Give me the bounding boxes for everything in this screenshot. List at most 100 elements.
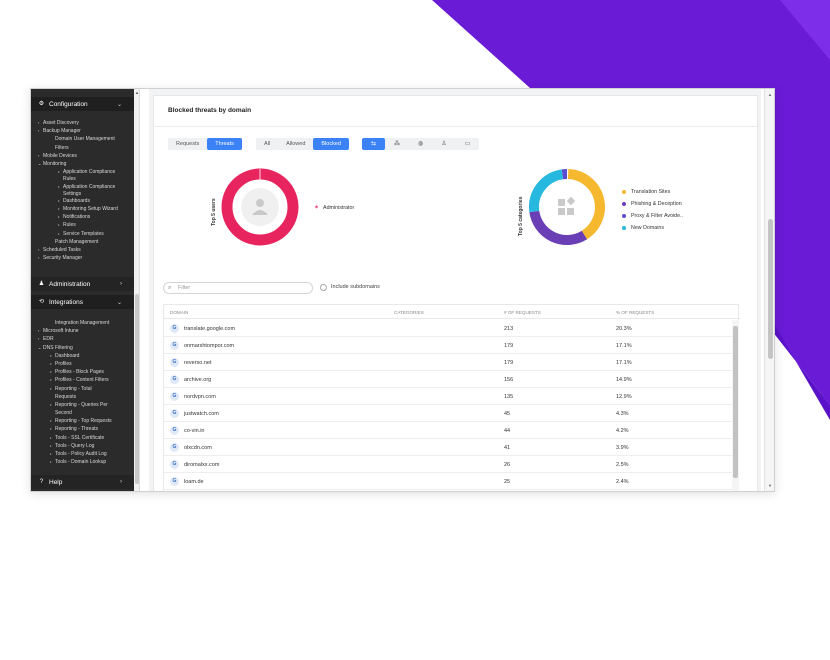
sidebar-menu-item[interactable]: • Profiles - Content Filters — [31, 376, 134, 384]
sidebar-menu-item[interactable]: • Application Compliance — [31, 168, 134, 176]
domain-cell: onmarshtompor.com — [184, 343, 235, 349]
sidebar-menu-item[interactable]: • Profiles - Block Pages — [31, 368, 134, 376]
sidebar-menu-item[interactable]: Domain User Management — [31, 135, 134, 143]
legend-item[interactable]: ✶ Administrator — [314, 202, 354, 214]
table-row[interactable]: Gloam.de 25 2.4% — [164, 473, 732, 490]
domain-icon[interactable]: ⇆ — [362, 138, 386, 150]
sidebar-scroll-thumb[interactable] — [135, 294, 139, 484]
categories-icon[interactable]: ⁂ — [385, 138, 409, 150]
percent-cell: 3.9% — [616, 445, 629, 451]
sidebar-menu-item-label: Security Manager — [43, 255, 83, 262]
sidebar-menu-item[interactable]: • Tools - SSL Certificate — [31, 434, 134, 442]
sidebar-menu-item[interactable]: Patch Management — [31, 238, 134, 246]
table-row[interactable]: Greverso.net 179 17.1% — [164, 354, 732, 371]
column-header-categories[interactable]: CATEGORIES — [394, 310, 424, 315]
sidebar-menu-item[interactable]: › Security Manager — [31, 254, 134, 262]
sidebar-menu-item[interactable]: • Application Compliance — [31, 183, 134, 191]
legend-item[interactable]: New Domains — [622, 222, 683, 234]
legend-item[interactable]: Proxy & Filter Avoide.. — [622, 210, 683, 222]
main-scroll-thumb[interactable] — [768, 219, 773, 359]
sidebar-menu-item[interactable]: • Reporting - Queries Per — [31, 401, 134, 409]
legend-item[interactable]: Phishing & Deception — [622, 198, 683, 210]
sidebar-menu-item[interactable]: ⌄ Monitoring — [31, 160, 134, 168]
sidebar-menu-item[interactable]: • Dashboards — [31, 197, 134, 205]
bullet-icon: • — [50, 434, 52, 440]
sidebar-menu-item[interactable]: › EDR — [31, 335, 134, 343]
sidebar-menu-item[interactable]: • Tools - Domain Lookup — [31, 458, 134, 466]
sidebar-menu-item[interactable]: Second — [31, 409, 134, 417]
column-header-percent[interactable]: % OF REQUESTS — [616, 310, 654, 315]
sidebar-menu-item[interactable]: • Reporting - Top Requests — [31, 417, 134, 425]
filter-input[interactable]: ⌕ Filter — [163, 282, 313, 294]
table-row[interactable]: Golxcdn.com 41 3.9% — [164, 439, 732, 456]
toggle-all[interactable]: All — [256, 138, 278, 150]
users-chart-label: Top 5 users — [211, 198, 217, 226]
sidebar-menu-item[interactable]: Requests — [31, 393, 134, 401]
sidebar-menu-item[interactable]: • Reporting - Threats — [31, 425, 134, 433]
toggle-allowed[interactable]: Allowed — [278, 138, 313, 150]
sidebar-menu-item-label: Reporting - Top Requests — [55, 418, 112, 425]
user-icon[interactable]: ♙ — [432, 138, 455, 150]
sidebar-menu-item[interactable]: Filters — [31, 144, 134, 152]
chevron-right-icon: › — [38, 247, 40, 252]
table-row[interactable]: Gtranslate.google.com 213 20.3% — [164, 320, 732, 337]
toggle-threats[interactable]: Threats — [207, 138, 242, 150]
table-row[interactable]: Gco-vin.in 44 4.2% — [164, 422, 732, 439]
card-title: Blocked threats by domain — [168, 107, 252, 114]
search-icon: ⌕ — [168, 285, 172, 291]
scroll-up-icon[interactable]: ▲ — [135, 90, 139, 95]
sidebar-section-configuration[interactable]: ⚙ Configuration ⌄ — [31, 97, 134, 111]
toggle-blocked[interactable]: Blocked — [313, 138, 349, 150]
legend-label: Phishing & Deception — [631, 201, 682, 207]
table-scrollbar[interactable] — [732, 320, 739, 491]
table-row[interactable]: Gjustwatch.com 45 4.3% — [164, 405, 732, 422]
toggle-requests[interactable]: Requests — [168, 138, 207, 150]
chevron-right-icon: › — [38, 152, 40, 158]
sidebar-section-administration[interactable]: ♟ Administration › — [31, 277, 134, 291]
table-row[interactable]: Garchive.org 156 14.9% — [164, 371, 732, 388]
main-scrollbar[interactable]: ▲ ▼ — [764, 89, 774, 491]
table-row[interactable]: Gonmarshtompor.com 179 17.1% — [164, 337, 732, 354]
sidebar-menu-item-label: Dashboards — [63, 197, 90, 204]
table-row[interactable]: Gdiromalxx.com 26 2.5% — [164, 456, 732, 473]
sidebar-menu-item[interactable]: • Tools - Policy Audit Log — [31, 450, 134, 458]
globe-icon[interactable]: ◍ — [409, 138, 432, 150]
sidebar-menu-item[interactable]: • Profiles — [31, 360, 134, 368]
sidebar-scrollbar[interactable]: ▲ — [134, 89, 140, 491]
sidebar-menu-item[interactable]: • Notifications — [31, 213, 134, 221]
scroll-up-icon[interactable]: ▲ — [768, 92, 772, 97]
sidebar-menu-item[interactable]: › Mobile Devices — [31, 152, 134, 160]
bullet-icon: • — [58, 214, 60, 220]
sidebar-menu-item[interactable]: › Scheduled Tasks — [31, 246, 134, 254]
categories-donut-chart — [527, 167, 607, 247]
sidebar-menu-item-label: Rules — [63, 222, 76, 229]
devices-icon[interactable]: ▭ — [456, 138, 480, 150]
requests-cell: 25 — [504, 479, 511, 485]
sidebar-menu-item[interactable]: › Microsoft Intune — [31, 327, 134, 335]
domain-cell: justwatch.com — [184, 411, 219, 417]
sidebar-menu-item[interactable]: › Asset Discovery — [31, 119, 134, 127]
sidebar-menu-item[interactable]: • Tools - Query Log — [31, 442, 134, 450]
sidebar-section-integrations[interactable]: ⟲ Integrations ⌄ — [31, 295, 134, 309]
table-scroll-thumb[interactable] — [733, 326, 738, 478]
favicon-icon: G — [170, 392, 179, 401]
legend-item[interactable]: Translation Sites — [622, 186, 683, 198]
sidebar-menu-item[interactable]: • Monitoring Setup Wizard — [31, 205, 134, 213]
sidebar-menu-item[interactable]: • Dashboard — [31, 352, 134, 360]
chevron-down-icon: ⌄ — [38, 344, 42, 350]
domain-cell: translate.google.com — [184, 326, 236, 332]
sidebar-menu-item[interactable]: ⌄ DNS Filtering — [31, 344, 134, 352]
table-row[interactable]: Gnordvpn.com 135 12.9% — [164, 388, 732, 405]
sidebar-menu-item[interactable]: • Service Templates — [31, 230, 134, 238]
domain-cell: diromalxx.com — [184, 462, 220, 468]
scroll-down-icon[interactable]: ▼ — [768, 483, 772, 488]
percent-cell: 17.1% — [616, 360, 632, 366]
include-subdomains-checkbox[interactable] — [320, 284, 327, 291]
sidebar-menu-item[interactable]: • Reporting - Total — [31, 385, 134, 393]
column-header-domain[interactable]: DOMAIN — [170, 310, 188, 315]
sidebar-menu-item[interactable]: Integration Management — [31, 319, 134, 327]
sidebar-menu-item[interactable]: › Backup Manager — [31, 127, 134, 135]
sidebar-menu-item[interactable]: • Rules — [31, 221, 134, 229]
sidebar-section-help[interactable]: ? Help › — [31, 475, 134, 489]
column-header-requests[interactable]: # OF REQUESTS — [504, 310, 541, 315]
